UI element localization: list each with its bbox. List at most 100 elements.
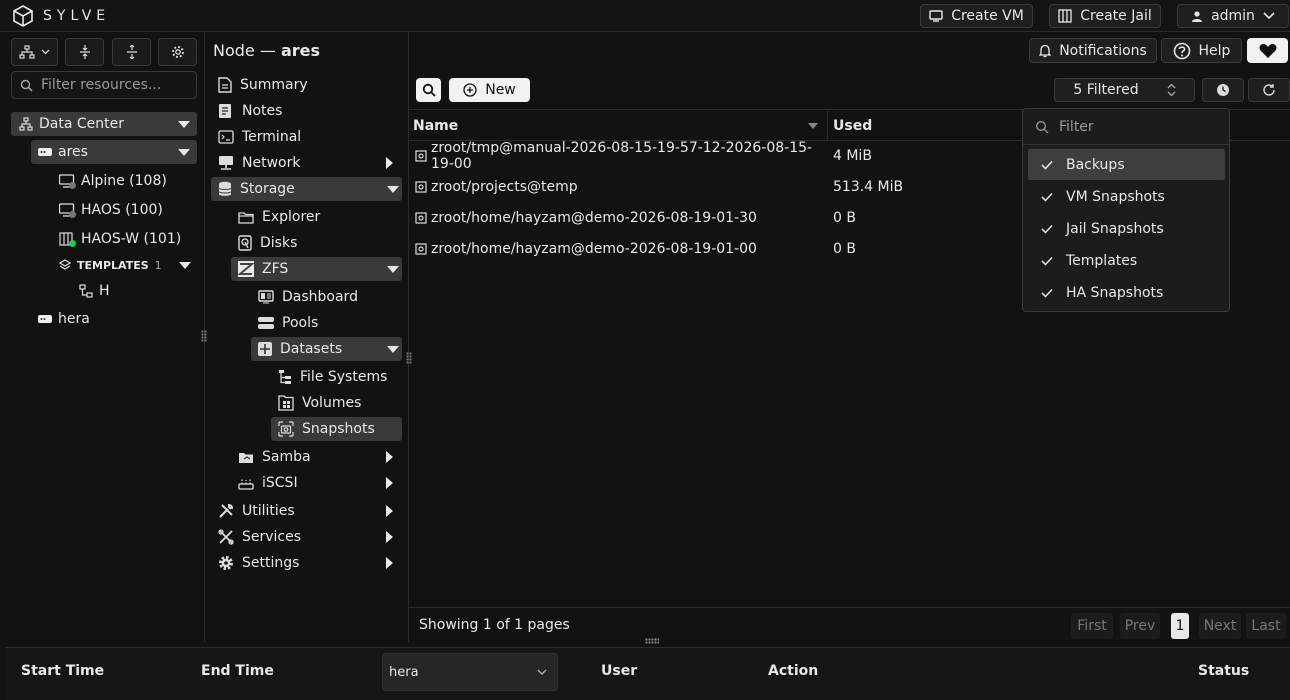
- column-header-start-time[interactable]: Start Time: [21, 663, 104, 679]
- nav-storage[interactable]: Storage: [211, 177, 402, 201]
- create-vm-button[interactable]: Create VM: [920, 4, 1033, 28]
- nav-disks[interactable]: Disks: [238, 231, 297, 255]
- nav-dashboard[interactable]: Dashboard: [258, 285, 358, 309]
- tree-item-templates[interactable]: TEMPLATES 1: [59, 253, 197, 277]
- tree-item-vm[interactable]: HAOS (100): [59, 198, 163, 222]
- expand-icon: [79, 45, 90, 59]
- column-header-user[interactable]: User: [601, 663, 637, 679]
- pagination-status: Showing 1 of 1 pages: [419, 617, 570, 633]
- column-header-name[interactable]: Name: [413, 118, 458, 134]
- user-menu-button[interactable]: admin: [1177, 4, 1289, 28]
- nav-label: Disks: [260, 235, 298, 251]
- expand-all-button[interactable]: [65, 38, 104, 66]
- nav-network[interactable]: Network: [218, 151, 398, 175]
- nav-services[interactable]: Services: [218, 525, 398, 549]
- check-icon: [1028, 160, 1066, 170]
- page-1-button[interactable]: 1: [1171, 613, 1189, 639]
- next-page-button[interactable]: Next: [1199, 613, 1241, 639]
- nav-samba[interactable]: Samba: [238, 445, 398, 469]
- tree-item-data-center[interactable]: Data Center: [11, 112, 197, 136]
- nav-volumes[interactable]: Volumes: [278, 391, 361, 415]
- new-button[interactable]: New: [449, 78, 530, 102]
- chevron-up-down-icon: [1167, 83, 1176, 97]
- collapse-all-button[interactable]: [112, 38, 151, 66]
- nav-label: Dashboard: [282, 289, 358, 305]
- tree-item-label: Data Center: [39, 116, 124, 132]
- notifications-button[interactable]: Notifications: [1029, 38, 1157, 63]
- folder-icon: [238, 211, 254, 224]
- column-header-used[interactable]: Used: [833, 118, 872, 134]
- gear-icon: [219, 556, 233, 570]
- last-page-button[interactable]: Last: [1246, 613, 1286, 639]
- nav-notes[interactable]: Notes: [218, 99, 282, 123]
- node-select[interactable]: hera: [382, 653, 558, 691]
- nav-zfs[interactable]: ZFS: [231, 257, 402, 281]
- tree-item-template[interactable]: H: [79, 279, 110, 303]
- samba-share-icon: [239, 453, 253, 463]
- nav-terminal[interactable]: Terminal: [218, 125, 301, 149]
- nav-label: Datasets: [280, 341, 343, 357]
- column-header-action[interactable]: Action: [768, 663, 818, 679]
- tree-item-jail[interactable]: HAOS-W (101): [59, 227, 181, 251]
- tree-item-vm[interactable]: Alpine (108): [59, 169, 167, 193]
- brand-name: SYLVE: [43, 8, 111, 24]
- search-button[interactable]: [416, 78, 441, 102]
- jail-icon: [1058, 9, 1072, 23]
- sort-icon[interactable]: [808, 123, 818, 129]
- tree-item-label: HAOS-W (101): [81, 231, 182, 247]
- resize-handle[interactable]: [406, 352, 412, 364]
- nav-label: Utilities: [242, 503, 295, 519]
- nav-label: iSCSI: [262, 475, 298, 491]
- nav-file-systems[interactable]: File Systems: [278, 365, 387, 389]
- filter-select[interactable]: 5 Filtered: [1054, 78, 1195, 102]
- nav-settings[interactable]: Settings: [218, 551, 398, 575]
- chevron-right-icon: [386, 477, 393, 489]
- nav-label: Pools: [282, 315, 319, 331]
- chevron-down-icon: [387, 266, 399, 273]
- panel-resize-handle[interactable]: [645, 638, 659, 644]
- tree-item-hera[interactable]: hera: [38, 307, 90, 331]
- column-header-status[interactable]: Status: [1198, 663, 1249, 679]
- plus-circle-icon: [463, 83, 477, 97]
- iscsi-icon: [238, 478, 254, 490]
- page-number: 1: [1175, 618, 1185, 634]
- tree-item-label: ares: [58, 144, 88, 160]
- donate-button[interactable]: [1247, 38, 1288, 63]
- tree-item-ares[interactable]: ares: [31, 140, 197, 164]
- nav-label: Notes: [242, 103, 283, 119]
- snapshot-name: zroot/home/hayzam@demo-2026-08-19-01-30: [431, 209, 757, 226]
- filter-option-jail-snapshots[interactable]: Jail Snapshots: [1028, 213, 1225, 244]
- nav-utilities[interactable]: Utilities: [218, 499, 398, 523]
- user-icon: [1192, 11, 1203, 22]
- refresh-button[interactable]: [1248, 78, 1290, 102]
- tree-filter[interactable]: Filter resources...: [11, 71, 197, 99]
- filter-option-vm-snapshots[interactable]: VM Snapshots: [1028, 181, 1225, 212]
- nav-pools[interactable]: Pools: [258, 311, 318, 335]
- layers-icon: [59, 259, 71, 270]
- filter-dropdown-search[interactable]: Filter: [1023, 109, 1229, 145]
- nav-iscsi[interactable]: iSCSI: [238, 471, 398, 495]
- snapshot-name: zroot/projects@temp: [431, 178, 578, 195]
- nav-label: Volumes: [302, 395, 362, 411]
- history-button[interactable]: [1202, 78, 1244, 102]
- create-jail-button[interactable]: Create Jail: [1049, 4, 1161, 28]
- tree-settings-button[interactable]: [158, 38, 197, 66]
- filter-dropdown: Filter Backups VM Snapshots Jail Snapsho…: [1022, 108, 1230, 312]
- nav-label: Snapshots: [302, 421, 375, 437]
- help-button[interactable]: Help: [1161, 38, 1242, 63]
- filter-option-ha-snapshots[interactable]: HA Snapshots: [1028, 277, 1225, 308]
- filter-option-backups[interactable]: Backups: [1028, 149, 1225, 180]
- tasks-table-header: Start Time End Time hera User Action Sta…: [5, 647, 1290, 700]
- nav-label: Terminal: [242, 129, 302, 145]
- gear-icon: [171, 46, 184, 58]
- services-icon: [218, 529, 234, 545]
- first-page-button[interactable]: First: [1071, 613, 1113, 639]
- view-mode-button[interactable]: [11, 38, 58, 66]
- prev-page-button[interactable]: Prev: [1120, 613, 1160, 639]
- nav-snapshots[interactable]: Snapshots: [271, 417, 402, 441]
- nav-summary[interactable]: Summary: [218, 73, 308, 97]
- nav-explorer[interactable]: Explorer: [238, 205, 320, 229]
- column-header-end-time[interactable]: End Time: [201, 663, 274, 679]
- filter-option-templates[interactable]: Templates: [1028, 245, 1225, 276]
- nav-datasets[interactable]: Datasets: [251, 337, 402, 361]
